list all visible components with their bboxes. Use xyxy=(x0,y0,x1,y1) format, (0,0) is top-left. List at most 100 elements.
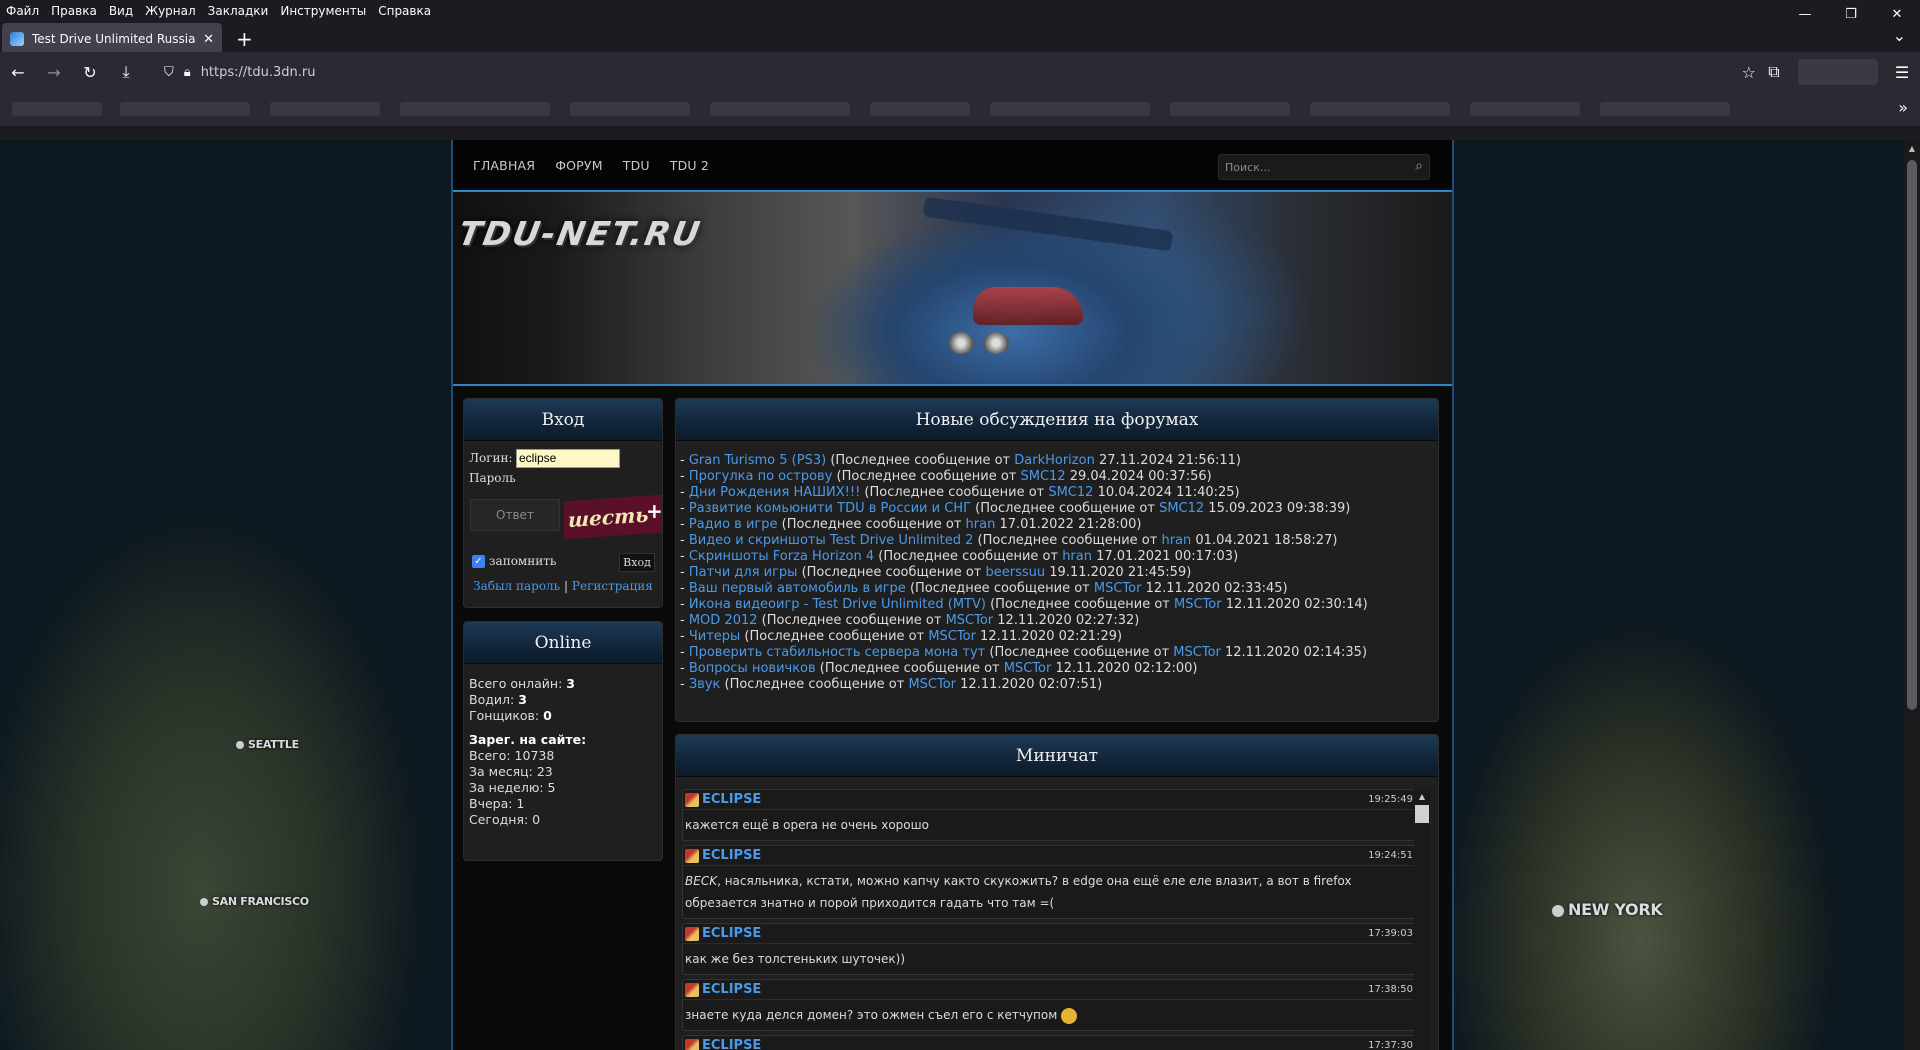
forum-author-link[interactable]: MSCTor xyxy=(1004,661,1052,676)
bookmark-item[interactable] xyxy=(870,102,970,116)
bookmark-star-icon[interactable]: ☆ xyxy=(1742,63,1756,82)
map-label-san-francisco: SAN FRANCISCO xyxy=(200,895,309,908)
forum-topic-link[interactable]: Икона видеоигр - Test Drive Unlimited (M… xyxy=(689,597,986,612)
login-button[interactable]: Вход xyxy=(619,553,655,572)
register-link[interactable]: Регистрация xyxy=(572,579,653,593)
bookmark-item[interactable] xyxy=(400,102,550,116)
extensions-icon[interactable]: ⧉ xyxy=(1756,54,1792,90)
forum-topic-link[interactable]: Развитие комьюнити TDU в России и СНГ xyxy=(689,501,971,516)
forum-topic-link[interactable]: Читеры xyxy=(689,629,740,644)
menu-view[interactable]: Вид xyxy=(109,4,133,18)
forum-topic-link[interactable]: Ваш первый автомобиль в игре xyxy=(689,581,906,596)
forum-author-link[interactable]: MSCTor xyxy=(1173,645,1221,660)
menu-edit[interactable]: Правка xyxy=(51,4,97,18)
password-input[interactable] xyxy=(516,471,620,487)
online-panel: Online Всего онлайн: 3 Водил: 3 Гонщиков… xyxy=(463,621,663,861)
forum-author-link[interactable]: SMC12 xyxy=(1048,485,1093,500)
bookmark-item[interactable] xyxy=(990,102,1150,116)
checkmark-icon[interactable]: ✓ xyxy=(472,554,485,568)
forum-topic-link[interactable]: Радио в игре xyxy=(689,517,778,532)
forum-panel-title: Новые обсуждения на форумах xyxy=(676,399,1438,441)
menu-history[interactable]: Журнал xyxy=(145,4,196,18)
chat-username[interactable]: ECLIPSE xyxy=(702,792,761,807)
site-logo[interactable]: TDU-NET.RU xyxy=(456,214,705,253)
bookmark-item[interactable] xyxy=(1170,102,1290,116)
forward-button[interactable]: → xyxy=(36,54,72,90)
bookmark-item[interactable] xyxy=(570,102,690,116)
scroll-up-icon[interactable]: ▲ xyxy=(1904,140,1920,156)
forum-topic-link[interactable]: Проверить стабильность сервера мона тут xyxy=(689,645,985,660)
browser-tab[interactable]: Test Drive Unlimited Russia - Or ✕ xyxy=(2,23,222,55)
forgot-password-link[interactable]: Забыл пароль xyxy=(473,579,560,593)
bookmark-item[interactable] xyxy=(710,102,850,116)
forum-topic-link[interactable]: MOD 2012 xyxy=(689,613,758,628)
nav-forum-link[interactable]: ФОРУМ xyxy=(555,158,603,173)
url-text[interactable]: https://tdu.3dn.ru xyxy=(201,65,316,80)
new-tab-button[interactable]: + xyxy=(236,27,253,51)
lock-icon[interactable]: 🔒︎ xyxy=(184,65,191,80)
shield-icon[interactable]: ⛉ xyxy=(164,65,174,80)
menu-tools[interactable]: Инструменты xyxy=(280,4,366,18)
scroll-up-icon[interactable]: ▲ xyxy=(1414,789,1430,803)
forum-topic-link[interactable]: Дни Рождения НАШИХ!!! xyxy=(689,485,860,500)
forum-author-link[interactable]: hran xyxy=(966,517,996,532)
forum-topic-link[interactable]: Прогулка по острову xyxy=(689,469,833,484)
forum-author-link[interactable]: DarkHorizon xyxy=(1014,453,1095,468)
page-scroll-thumb[interactable] xyxy=(1907,160,1917,710)
bookmark-item[interactable] xyxy=(1470,102,1580,116)
chat-time: 17:39:03 xyxy=(1368,928,1413,939)
chat-scrollbar[interactable]: ▲ xyxy=(1414,789,1430,1050)
chat-mention[interactable]: BECK xyxy=(685,874,717,888)
forum-author-link[interactable]: MSCTor xyxy=(1174,597,1222,612)
forum-author-link[interactable]: beerssuu xyxy=(986,565,1046,580)
back-button[interactable]: ← xyxy=(0,54,36,90)
forum-bullet: - xyxy=(680,661,689,676)
nav-tdu-link[interactable]: TDU xyxy=(623,158,650,173)
forum-author-link[interactable]: SMC12 xyxy=(1020,469,1065,484)
menu-bookmarks[interactable]: Закладки xyxy=(208,4,269,18)
forum-author-link[interactable]: MSCTor xyxy=(946,613,994,628)
url-bar[interactable]: ⛉ 🔒︎ https://tdu.3dn.ru ☆ xyxy=(156,56,1760,88)
page-scrollbar[interactable]: ▲ xyxy=(1904,140,1920,1050)
site-search-input[interactable]: Поиск... ⌕ xyxy=(1218,154,1430,180)
chat-username[interactable]: ECLIPSE xyxy=(702,1038,761,1050)
tab-list-chevron-icon[interactable]: ⌄ xyxy=(1893,26,1906,45)
forum-author-link[interactable]: SMC12 xyxy=(1159,501,1204,516)
bookmark-item[interactable] xyxy=(120,102,250,116)
bookmark-item[interactable] xyxy=(1600,102,1730,116)
chat-username[interactable]: ECLIPSE xyxy=(702,848,761,863)
menu-file[interactable]: Файл xyxy=(6,4,39,18)
forum-author-link[interactable]: MSCTor xyxy=(928,629,976,644)
stat-registered-week: За неделю: 5 xyxy=(469,780,556,795)
downloads-button[interactable]: ⤓ xyxy=(108,54,144,90)
chat-username[interactable]: ECLIPSE xyxy=(702,982,761,997)
captcha-answer-input[interactable]: Ответ xyxy=(470,499,560,531)
bookmark-item[interactable] xyxy=(12,102,102,116)
forum-topic-link[interactable]: Gran Turismo 5 (PS3) xyxy=(689,453,826,468)
forum-author-link[interactable]: hran xyxy=(1161,533,1191,548)
forum-author-link[interactable]: MSCTor xyxy=(1094,581,1142,596)
search-icon[interactable]: ⌕ xyxy=(1415,158,1423,174)
app-menu-button[interactable]: ☰ xyxy=(1884,54,1920,90)
bookmarks-overflow-icon[interactable]: » xyxy=(1898,98,1908,117)
stat-drivers: Водил: 3 xyxy=(469,692,527,707)
forum-topic-link[interactable]: Видео и скриншоты Test Drive Unlimited 2 xyxy=(689,533,974,548)
forum-topic-link[interactable]: Патчи для игры xyxy=(689,565,798,580)
forum-topic-link[interactable]: Вопросы новичков xyxy=(689,661,816,676)
forum-topic-link[interactable]: Скриншоты Forza Horizon 4 xyxy=(689,549,874,564)
nav-tdu2-link[interactable]: TDU 2 xyxy=(670,158,709,173)
remember-checkbox[interactable]: ✓ запомнить xyxy=(472,554,556,568)
forum-topic-link[interactable]: Звук xyxy=(689,677,721,692)
reload-button[interactable]: ↻ xyxy=(72,54,108,90)
bookmark-item[interactable] xyxy=(270,102,380,116)
menu-help[interactable]: Справка xyxy=(378,4,431,18)
forum-author-link[interactable]: MSCTor xyxy=(908,677,956,692)
nav-home-link[interactable]: ГЛАВНАЯ xyxy=(473,158,535,173)
forum-author-link[interactable]: hran xyxy=(1062,549,1092,564)
chat-username[interactable]: ECLIPSE xyxy=(702,926,761,941)
chat-scroll-thumb[interactable] xyxy=(1415,805,1429,823)
bookmark-item[interactable] xyxy=(1310,102,1450,116)
profile-button[interactable] xyxy=(1798,59,1878,85)
login-input[interactable]: eclipse xyxy=(516,449,620,468)
close-tab-icon[interactable]: ✕ xyxy=(203,32,214,47)
